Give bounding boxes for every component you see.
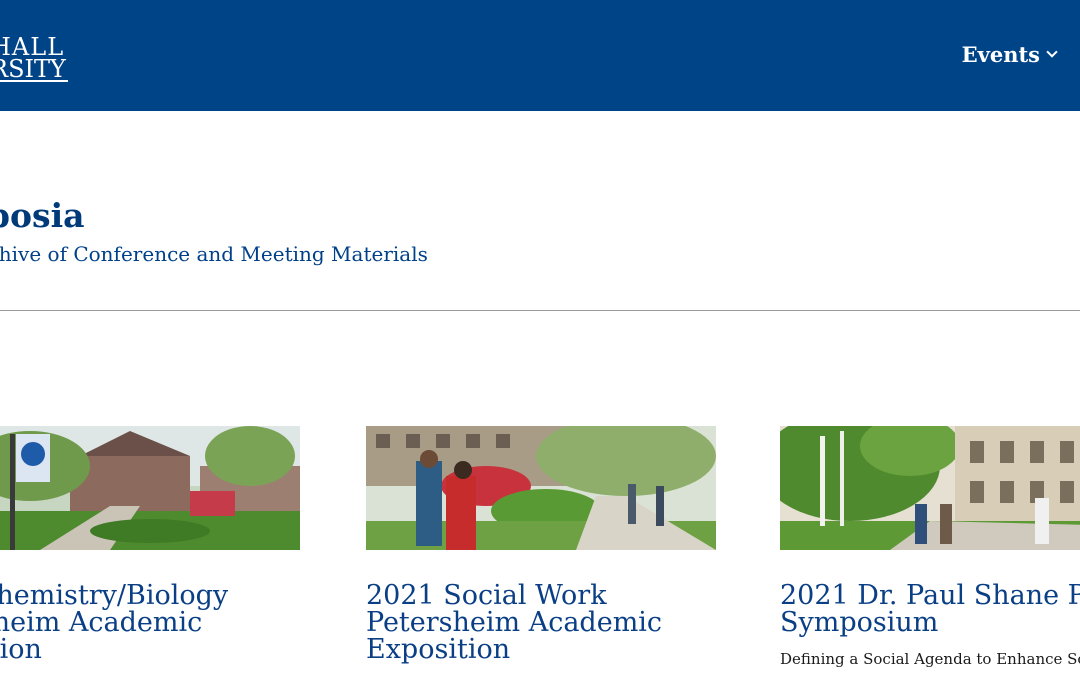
event-card-title[interactable]: 1 Chemistry/Biology ersheim Academic osi… <box>0 582 300 663</box>
event-card[interactable]: 1 Chemistry/Biology ersheim Academic osi… <box>0 426 300 663</box>
event-card-image[interactable] <box>0 426 300 550</box>
event-card-title[interactable]: 2021 Social Work Petersheim Academic Exp… <box>366 582 716 663</box>
event-card-title-line: 2021 Dr. Paul Shane Polic <box>780 580 1080 611</box>
event-card-image[interactable] <box>366 426 716 550</box>
event-card-title[interactable]: 2021 Dr. Paul Shane Polic Symposium <box>780 582 1080 636</box>
university-logo[interactable]: HALL RSITY <box>0 35 80 82</box>
section-divider <box>0 310 1080 311</box>
event-card-title-line: Symposium <box>780 607 939 638</box>
event-card-title-line: osition <box>0 634 42 665</box>
event-card-title-line: 1 Chemistry/Biology <box>0 580 229 611</box>
event-card-title-line: Petersheim Academic <box>366 607 663 638</box>
events-menu-label: Events <box>961 42 1040 67</box>
page-title: mposia <box>0 196 85 235</box>
site-header: HALL RSITY Events <box>0 0 1080 111</box>
event-card-title-line: Exposition <box>366 634 511 665</box>
event-card-image[interactable] <box>780 426 1080 550</box>
logo-line-2: RSITY <box>0 57 68 82</box>
event-card[interactable]: 2021 Social Work Petersheim Academic Exp… <box>366 426 716 663</box>
chevron-down-icon <box>1046 46 1058 58</box>
event-card-title-line: ersheim Academic <box>0 607 203 638</box>
page-subtitle: rchive of Conference and Meeting Materia… <box>0 242 428 266</box>
event-card[interactable]: 2021 Dr. Paul Shane Polic Symposium Defi… <box>780 426 1080 668</box>
event-card-description: Defining a Social Agenda to Enhance So <box>780 650 1080 668</box>
event-card-title-line: 2021 Social Work <box>366 580 607 611</box>
events-menu[interactable]: Events <box>961 42 1058 67</box>
